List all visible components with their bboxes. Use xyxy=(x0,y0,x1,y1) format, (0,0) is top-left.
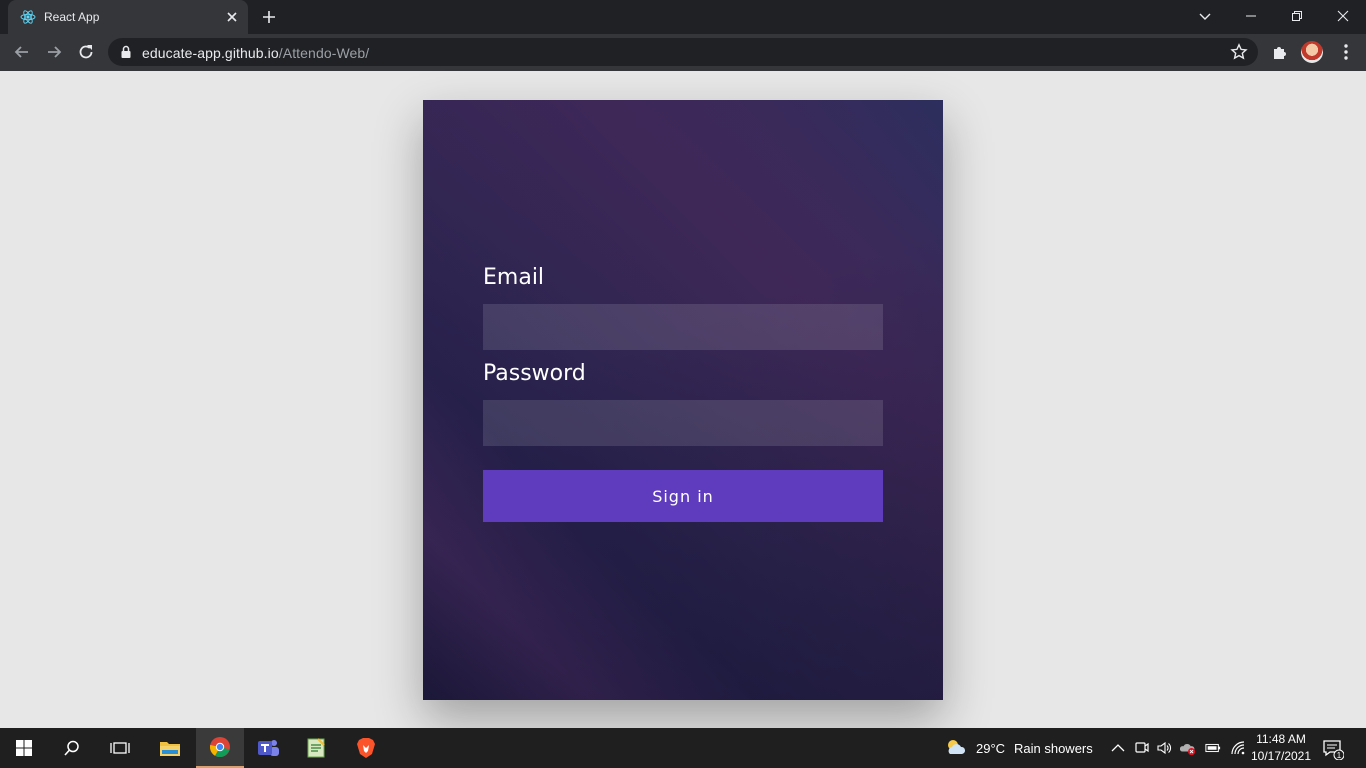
clock-time: 11:48 AM xyxy=(1256,732,1306,746)
bookmark-star-icon[interactable] xyxy=(1230,43,1248,61)
notification-center-icon[interactable]: 1 xyxy=(1322,738,1344,760)
extensions-puzzle-icon[interactable] xyxy=(1270,42,1290,62)
browser-toolbar: educate-app.github.io/Attendo-Web/ xyxy=(0,34,1366,71)
login-card: Email Password Sign in xyxy=(423,100,943,700)
minimize-icon[interactable] xyxy=(1228,0,1274,32)
page-viewport: Email Password Sign in xyxy=(0,71,1366,728)
system-clock[interactable]: 11:48 AM 10/17/2021 xyxy=(1248,731,1314,765)
brave-browser-icon[interactable] xyxy=(342,728,390,768)
url-host: educate-app.github.io xyxy=(142,45,279,61)
back-icon[interactable] xyxy=(12,42,32,62)
email-field[interactable] xyxy=(483,304,883,350)
reload-icon[interactable] xyxy=(76,42,96,62)
profile-avatar[interactable] xyxy=(1301,41,1323,63)
weather-rain-icon[interactable] xyxy=(945,738,967,758)
meet-now-icon[interactable] xyxy=(1134,740,1150,756)
chevron-up-icon[interactable] xyxy=(1110,740,1126,756)
chrome-icon[interactable] xyxy=(196,728,244,768)
address-bar[interactable]: educate-app.github.io/Attendo-Web/ xyxy=(108,38,1258,66)
windows-start-icon[interactable] xyxy=(0,728,48,768)
url-path: /Attendo-Web/ xyxy=(278,45,370,61)
browser-tabstrip: React App xyxy=(0,0,1366,34)
browser-tab[interactable]: React App xyxy=(8,0,248,34)
clock-date: 10/17/2021 xyxy=(1250,749,1312,763)
react-icon xyxy=(20,10,36,24)
password-label: Password xyxy=(483,361,586,386)
volume-icon[interactable] xyxy=(1156,740,1172,756)
wifi-icon[interactable] xyxy=(1230,740,1246,756)
close-tab-icon[interactable] xyxy=(224,9,240,25)
battery-icon[interactable] xyxy=(1205,740,1221,756)
windows-taskbar: 29°C Rain showers 11:48 AM 10/17/2021 1 xyxy=(0,728,1366,768)
weather-temperature[interactable]: 29°C xyxy=(976,741,1005,756)
task-view-icon[interactable] xyxy=(96,728,144,768)
password-field[interactable] xyxy=(483,400,883,446)
onedrive-error-icon[interactable] xyxy=(1180,740,1196,756)
notepad-app-icon[interactable] xyxy=(292,728,340,768)
notification-count: 1 xyxy=(1337,751,1342,760)
sign-in-button[interactable]: Sign in xyxy=(483,470,883,522)
new-tab-icon[interactable] xyxy=(261,9,277,25)
lock-icon[interactable] xyxy=(120,45,132,59)
teams-icon[interactable] xyxy=(244,728,292,768)
restore-icon[interactable] xyxy=(1274,0,1320,32)
forward-icon[interactable] xyxy=(44,42,64,62)
weather-condition[interactable]: Rain showers xyxy=(1014,741,1093,756)
menu-kebab-icon[interactable] xyxy=(1336,42,1356,62)
file-explorer-icon[interactable] xyxy=(146,728,194,768)
close-window-icon[interactable] xyxy=(1320,0,1366,32)
email-label: Email xyxy=(483,265,545,290)
url-text[interactable]: educate-app.github.io/Attendo-Web/ xyxy=(142,45,369,61)
search-icon[interactable] xyxy=(48,728,96,768)
tab-search-icon[interactable] xyxy=(1182,0,1228,32)
tab-title: React App xyxy=(44,10,100,24)
